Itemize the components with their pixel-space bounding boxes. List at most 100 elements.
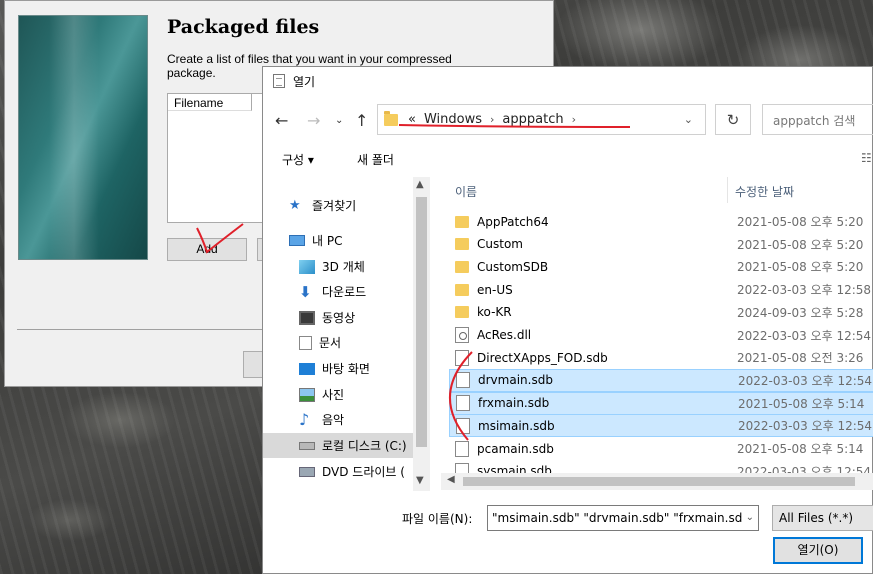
- file-type-select[interactable]: All Files (*.*): [772, 505, 873, 531]
- navigation-pane: ★ 즐겨찾기 내 PC 3D 개체 ⬇ 다운로드 동영상 문서 바탕 화면 사진…: [263, 177, 413, 487]
- file-date: 2022-03-03 오후 12:54: [737, 328, 872, 343]
- nav-item-label: 사진: [322, 388, 345, 402]
- file-row[interactable]: Custom 2021-05-08 오후 5:20: [449, 233, 873, 256]
- scrollbar-thumb[interactable]: [416, 197, 427, 447]
- file-date: 2021-05-08 오후 5:14: [738, 396, 865, 411]
- nav-item-downloads[interactable]: ⬇ 다운로드: [263, 279, 413, 304]
- dvd-icon: [299, 466, 315, 477]
- nav-item-documents[interactable]: 문서: [263, 330, 413, 355]
- refresh-icon[interactable]: ↻: [715, 104, 751, 135]
- file-date: 2022-03-03 오후 12:54: [738, 419, 873, 434]
- star-icon: ★: [289, 197, 301, 213]
- nav-item-label: 로컬 디스크 (C:): [322, 439, 407, 453]
- nav-item-favorites[interactable]: ★ 즐겨찾기: [263, 193, 413, 218]
- open-file-dialog: 열기 ← → ⌄ ↑ « Windows › apppatch › ⌄ ↻ ap…: [262, 66, 873, 574]
- column-divider[interactable]: [727, 177, 728, 203]
- file-date: 2024-09-03 오후 5:28: [737, 305, 864, 320]
- nav-item-pictures[interactable]: 사진: [263, 382, 413, 407]
- nav-item-3d-objects[interactable]: 3D 개체: [263, 254, 413, 279]
- navigation-scrollbar[interactable]: ▲ ▼: [413, 177, 430, 491]
- address-bar[interactable]: « Windows › apppatch › ⌄: [377, 104, 706, 135]
- file-row[interactable]: pcamain.sdb 2021-05-08 오후 5:14: [449, 437, 873, 460]
- nav-item-label: 문서: [319, 336, 342, 350]
- breadcrumb-windows[interactable]: Windows: [424, 112, 482, 127]
- picture-icon: [299, 387, 315, 402]
- new-folder-button[interactable]: 새 폴더: [357, 151, 394, 168]
- search-input[interactable]: apppatch 검색: [762, 104, 873, 135]
- sort-ascending-icon: ⌃: [585, 177, 594, 184]
- name-column-header[interactable]: 이름: [455, 183, 477, 200]
- nav-item-dvd-drive[interactable]: DVD 드라이브 (: [263, 459, 413, 484]
- add-button[interactable]: Add: [167, 238, 247, 261]
- filename-label: 파일 이름(N):: [402, 512, 473, 526]
- folder-icon: [455, 306, 469, 319]
- address-dropdown-icon[interactable]: ⌄: [684, 113, 693, 126]
- video-icon: [299, 310, 315, 325]
- organize-menu[interactable]: 구성 ▾: [282, 151, 314, 168]
- address-overflow[interactable]: «: [408, 112, 416, 127]
- breadcrumb-apppatch[interactable]: apppatch: [502, 112, 563, 127]
- filename-input[interactable]: "msimain.sdb" "drvmain.sdb" "frxmain.sdb…: [487, 505, 759, 531]
- nav-item-music[interactable]: ♪ 음악: [263, 407, 413, 432]
- folder-icon: [384, 110, 398, 126]
- folder-icon: [455, 238, 469, 251]
- file-row[interactable]: CustomSDB 2021-05-08 오후 5:20: [449, 255, 873, 278]
- file-row[interactable]: drvmain.sdb 2022-03-03 오후 12:54: [449, 368, 873, 392]
- file-date: 2021-05-08 오후 5:20: [737, 260, 864, 275]
- nav-item-this-pc[interactable]: 내 PC: [263, 228, 413, 253]
- open-button[interactable]: 열기(O): [773, 537, 863, 564]
- breadcrumb-chevron-icon[interactable]: ›: [572, 113, 576, 126]
- file-icon: [456, 417, 470, 434]
- file-name: CustomSDB: [477, 259, 549, 274]
- file-row[interactable]: AcRes.dll 2022-03-03 오후 12:54: [449, 324, 873, 347]
- up-arrow-icon[interactable]: ↑: [355, 111, 368, 130]
- folder-icon: [455, 260, 469, 273]
- disk-icon: [299, 441, 315, 450]
- file-icon: [456, 395, 470, 412]
- filename-column-header[interactable]: Filename: [168, 94, 252, 111]
- file-row[interactable]: DirectXApps_FOD.sdb 2021-05-08 오전 3:26: [449, 346, 873, 369]
- file-row[interactable]: ko-KR 2024-09-03 오후 5:28: [449, 301, 873, 324]
- file-name: AcRes.dll: [477, 328, 532, 342]
- file-row[interactable]: frxmain.sdb 2021-05-08 오후 5:14: [449, 391, 873, 415]
- nav-item-local-disk[interactable]: 로컬 디스크 (C:): [263, 433, 413, 458]
- nav-item-label: DVD 드라이브 (: [322, 465, 405, 479]
- file-row[interactable]: en-US 2022-03-03 오후 12:58: [449, 278, 873, 301]
- wizard-title: Packaged files: [167, 16, 320, 38]
- nav-item-desktop[interactable]: 바탕 화면: [263, 356, 413, 381]
- scroll-left-icon[interactable]: ◀: [447, 474, 455, 485]
- file-row[interactable]: msimain.sdb 2022-03-03 오후 12:54: [449, 414, 873, 438]
- scrollbar-thumb[interactable]: [463, 477, 855, 486]
- file-row[interactable]: AppPatch64 2021-05-08 오후 5:20: [449, 210, 873, 233]
- file-name: Custom: [477, 237, 523, 252]
- file-icon: [455, 440, 469, 457]
- view-options-icon[interactable]: ☷: [861, 151, 872, 165]
- chevron-down-icon[interactable]: ⌄: [742, 512, 754, 523]
- filename-value: "msimain.sdb" "drvmain.sdb" "frxmain.sdb: [492, 511, 750, 525]
- folder-icon: [455, 215, 469, 228]
- file-date: 2022-03-03 오후 12:58: [737, 283, 872, 298]
- file-date: 2021-05-08 오후 5:14: [737, 442, 864, 456]
- nav-item-label: 바탕 화면: [322, 362, 370, 376]
- file-name: DirectXApps_FOD.sdb: [477, 350, 608, 365]
- nav-item-label: 3D 개체: [322, 260, 365, 274]
- back-arrow-icon[interactable]: ←: [275, 111, 288, 130]
- horizontal-scrollbar[interactable]: ◀: [441, 473, 873, 490]
- forward-arrow-icon[interactable]: →: [307, 111, 320, 130]
- breadcrumb-chevron-icon[interactable]: ›: [490, 113, 494, 126]
- nav-item-videos[interactable]: 동영상: [263, 305, 413, 330]
- scroll-up-icon[interactable]: ▲: [416, 179, 424, 190]
- dll-file-icon: [455, 327, 469, 343]
- nav-item-label: 다운로드: [322, 285, 367, 299]
- file-name: frxmain.sdb: [478, 396, 550, 411]
- date-column-header[interactable]: 수정한 날짜: [735, 183, 794, 200]
- recent-chevron-icon[interactable]: ⌄: [335, 115, 343, 126]
- scroll-down-icon[interactable]: ▼: [416, 475, 424, 486]
- download-icon: ⬇: [299, 282, 312, 301]
- file-name: en-US: [477, 282, 513, 297]
- file-name: msimain.sdb: [478, 418, 555, 433]
- dialog-app-icon: [273, 74, 285, 88]
- pc-icon: [289, 235, 305, 246]
- file-date: 2021-05-08 오후 5:20: [737, 237, 864, 252]
- navigation-bar: ← → ⌄ ↑ « Windows › apppatch › ⌄ ↻ apppa…: [263, 103, 873, 137]
